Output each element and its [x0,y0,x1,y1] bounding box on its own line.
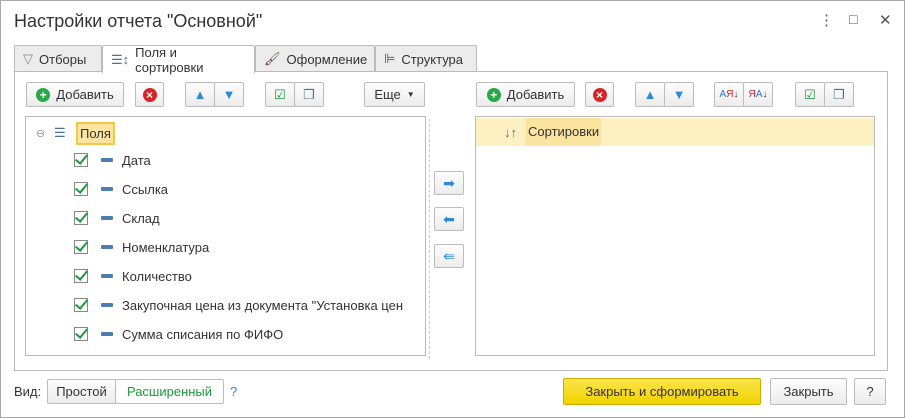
left-uncheck-all-button[interactable]: ❐ [294,82,324,107]
brush-icon: 🖌 [264,51,281,66]
divider [429,119,430,359]
fields-tree: ⊖ ☰ Поля Дата Ссылка Склад Номенклатура Коли… [25,116,426,356]
close-button[interactable]: Закрыть [770,378,847,405]
tree-root-sortings[interactable]: ↓↑ Сортировки [476,118,874,146]
view-help-link[interactable]: ? [230,384,237,399]
right-check-all-button[interactable]: ☑ [795,82,825,107]
filter-icon: ▽ [23,51,33,66]
field-label: Дата [122,152,151,168]
field-icon [101,158,113,162]
left-check-all-button[interactable]: ☑ [265,82,295,107]
field-item[interactable]: Количество [74,265,192,287]
right-uncheck-all-button[interactable]: ❐ [824,82,854,107]
sort-ascending-button[interactable]: АЯ↓ [714,82,744,107]
view-simple-button[interactable]: Простой [47,379,116,404]
sort-ascending-icon: АЯ↓ [719,89,739,100]
tab-fields-sort[interactable]: ☰↕ Поля и сортировки [102,45,255,75]
right-move-down-button[interactable]: ▼ [664,82,694,107]
field-label: Номенклатура [122,239,210,255]
close-and-generate-button[interactable]: Закрыть и сформировать [563,378,761,405]
more-button[interactable]: Еще ▼ [364,82,425,107]
field-label: Количество [122,268,192,284]
field-icon [101,245,113,249]
move-right-button[interactable]: ➡ [434,171,464,195]
field-item[interactable]: Закупочная цена из документа "Установка … [74,294,403,316]
arrow-left-icon: ⬅ [443,210,455,227]
fields-group-icon: ☰ [54,125,66,140]
tab-appearance[interactable]: 🖌 Оформление [255,45,375,72]
field-icon [101,216,113,220]
collapse-icon[interactable]: ⊖ [36,127,54,140]
sort-descending-icon: ЯА↓ [748,89,768,100]
view-label: Вид: [14,384,42,399]
help-button[interactable]: ? [854,378,886,405]
move-left-button[interactable]: ⬅ [434,207,464,231]
close-icon[interactable]: ✕ [879,11,892,29]
view-extended-button[interactable]: Расширенный [115,379,224,404]
chevron-down-icon: ▼ [406,90,415,99]
sort-descending-button[interactable]: ЯА↓ [743,82,773,107]
right-delete-button[interactable]: × [585,82,614,107]
field-icon [101,274,113,278]
dialog-window: Настройки отчета "Основной" ⋮ □ ✕ ▽ Отбор… [0,0,905,418]
plus-icon: + [486,87,501,102]
tab-filters[interactable]: ▽ Отборы [14,45,102,72]
maximize-icon[interactable]: □ [849,11,857,27]
plus-icon: + [36,87,51,102]
structure-icon: ⊫ [384,51,396,66]
arrow-all-left-icon: ⇚ [443,247,455,264]
left-add-button[interactable]: + Добавить [26,82,124,107]
field-checkbox[interactable] [74,211,88,225]
field-label: Склад [122,210,160,226]
check-all-icon: ☑ [274,86,286,102]
field-label: Ссылка [122,181,169,197]
more-icon[interactable]: ⋮ [819,11,834,29]
field-icon [101,187,113,191]
field-item[interactable]: Склад [74,207,160,229]
field-label: Закупочная цена из документа "Установка … [122,297,403,313]
uncheck-all-icon: ❐ [833,86,845,102]
tree-root-fields[interactable]: ⊖ ☰ Поля [36,121,115,145]
left-move-up-button[interactable]: ▲ [185,82,215,107]
field-checkbox[interactable] [74,269,88,283]
field-item[interactable]: Ссылка [74,178,168,200]
field-item[interactable]: Номенклатура [74,236,209,258]
field-item[interactable]: Дата [74,149,151,171]
right-move-up-button[interactable]: ▲ [635,82,665,107]
arrow-right-icon: ➡ [443,174,455,191]
field-checkbox[interactable] [74,327,88,341]
field-icon [101,332,113,336]
right-add-button[interactable]: + Добавить [476,82,575,107]
move-all-left-button[interactable]: ⇚ [434,244,464,268]
field-item[interactable]: Сумма списания по ФИФО [74,323,283,345]
left-move-down-button[interactable]: ▼ [214,82,244,107]
arrow-down-icon: ▼ [222,87,236,102]
delete-icon: × [142,87,157,102]
sort-tree: ↓↑ Сортировки [475,116,875,356]
tab-structure[interactable]: ⊫ Структура [375,45,477,72]
check-all-icon: ☑ [804,86,816,102]
field-icon [101,303,113,307]
left-delete-button[interactable]: × [135,82,164,107]
arrow-up-icon: ▲ [643,87,657,102]
fields-sort-icon: ☰↕ [111,51,130,67]
sort-icon: ↓↑ [504,124,517,140]
window-title: Настройки отчета "Основной" [14,11,263,31]
delete-icon: × [592,87,607,102]
uncheck-all-icon: ❐ [303,86,315,102]
arrow-down-icon: ▼ [672,87,686,102]
field-checkbox[interactable] [74,153,88,167]
field-checkbox[interactable] [74,240,88,254]
field-checkbox[interactable] [74,182,88,196]
field-checkbox[interactable] [74,298,88,312]
arrow-up-icon: ▲ [193,87,207,102]
field-label: Сумма списания по ФИФО [122,326,284,342]
